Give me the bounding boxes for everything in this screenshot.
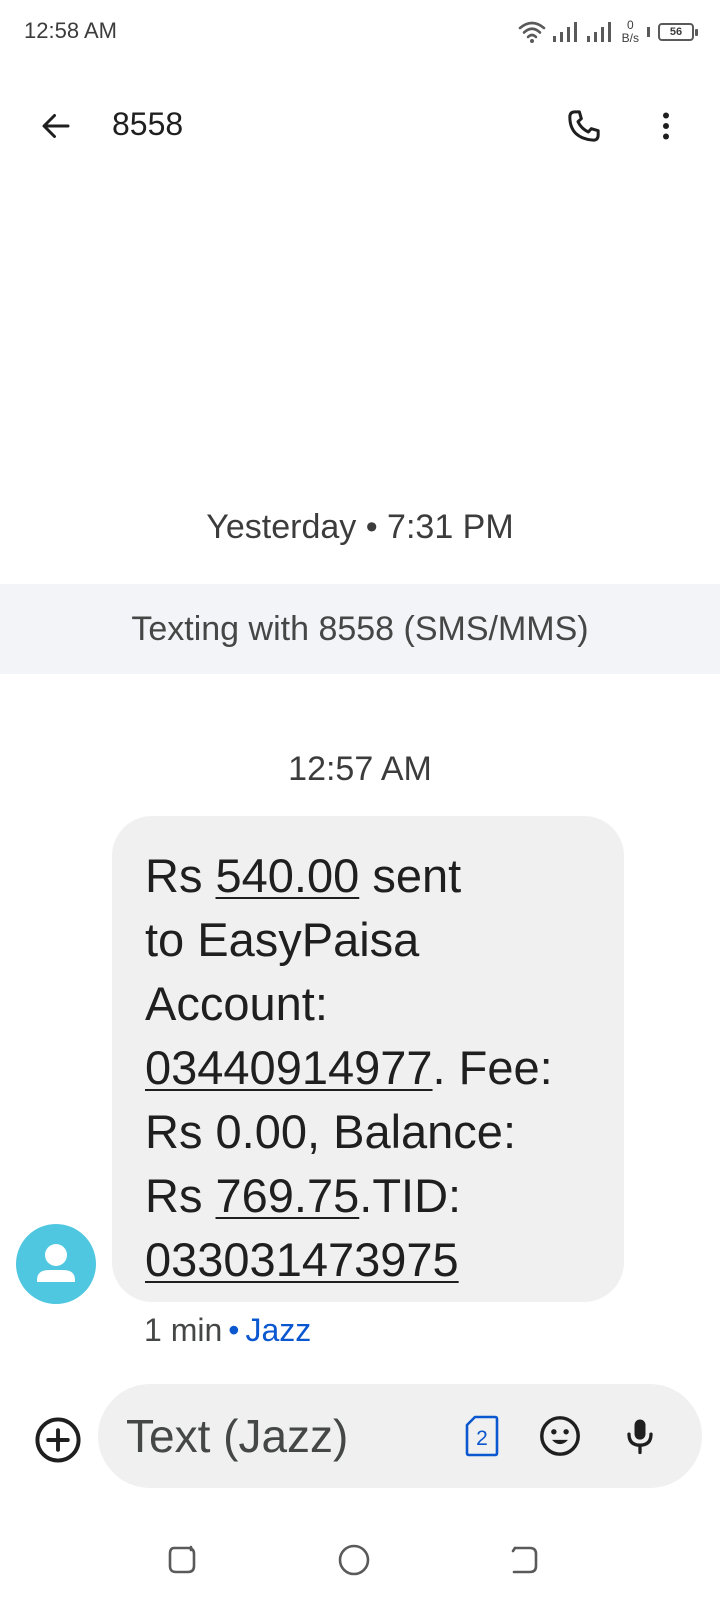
message-meta: 1 min • Jazz bbox=[144, 1312, 311, 1349]
more-vert-icon bbox=[663, 112, 669, 140]
avatar[interactable] bbox=[16, 1224, 96, 1304]
wifi-icon bbox=[518, 21, 545, 43]
signal-icon bbox=[586, 22, 611, 42]
voice-input-button[interactable] bbox=[614, 1410, 666, 1462]
message-segment: sent bbox=[359, 849, 462, 902]
message-segment: to EasyPaisa bbox=[145, 913, 420, 966]
compose-bar: 2 bbox=[98, 1384, 702, 1488]
message-link[interactable]: 033031473975 bbox=[145, 1233, 459, 1286]
battery-charge-tick bbox=[647, 27, 650, 37]
nav-back-button[interactable] bbox=[500, 1536, 548, 1584]
sim-card-number: 2 bbox=[476, 1427, 488, 1450]
message-segment: Rs bbox=[145, 849, 216, 902]
message-time-stamp: 12:57 AM bbox=[288, 750, 432, 788]
recent-apps-icon bbox=[168, 1545, 196, 1574]
more-options-button[interactable] bbox=[638, 98, 694, 154]
status-bar: 12:58 AM 0 B/s 56 bbox=[0, 0, 720, 64]
phone-icon bbox=[568, 110, 600, 142]
message-bubble[interactable]: Rs 540.00 sent to EasyPaisa Account: 034409… bbox=[112, 816, 624, 1302]
status-icons: 0 B/s 56 bbox=[518, 14, 698, 50]
person-icon bbox=[37, 1244, 75, 1282]
mic-icon bbox=[627, 1419, 653, 1455]
message-carrier: Jazz bbox=[245, 1312, 312, 1348]
net-speed: 0 B/s bbox=[622, 19, 639, 45]
message-segment: Rs 0.00, Balance: bbox=[145, 1105, 516, 1158]
message-input[interactable] bbox=[126, 1408, 426, 1464]
sim-card-icon: 2 bbox=[465, 1415, 499, 1457]
recent-apps-button[interactable] bbox=[158, 1536, 206, 1584]
add-attachment-button[interactable] bbox=[30, 1412, 86, 1468]
sim-select-button[interactable]: 2 bbox=[456, 1410, 508, 1462]
add-circle-icon bbox=[35, 1417, 81, 1463]
call-button[interactable] bbox=[556, 98, 612, 154]
system-nav-bar bbox=[0, 1520, 720, 1600]
emoji-icon bbox=[540, 1416, 580, 1456]
texting-banner: Texting with 8558 (SMS/MMS) bbox=[0, 584, 720, 674]
message-segment: Rs bbox=[145, 1169, 216, 1222]
meta-separator: • bbox=[228, 1312, 240, 1348]
emoji-button[interactable] bbox=[534, 1410, 586, 1462]
battery-level: 56 bbox=[669, 26, 683, 38]
signal-icon bbox=[552, 22, 577, 42]
back-arrow-icon bbox=[42, 114, 70, 138]
message-link[interactable]: 03440914977 bbox=[145, 1041, 433, 1094]
back-icon bbox=[511, 1546, 538, 1574]
conversation-title: 8558 bbox=[112, 106, 184, 142]
status-time: 12:58 AM bbox=[24, 18, 117, 43]
home-button[interactable] bbox=[330, 1536, 378, 1584]
message-link[interactable]: 769.75 bbox=[216, 1169, 360, 1222]
app-bar: 8558 bbox=[0, 80, 720, 176]
message-segment: Account: bbox=[145, 977, 328, 1030]
date-stamp: Yesterday • 7:31 PM bbox=[206, 508, 514, 546]
message-segment: . Fee: bbox=[432, 1041, 553, 1094]
back-button[interactable] bbox=[28, 98, 84, 154]
message-age: 1 min bbox=[144, 1312, 223, 1348]
home-icon bbox=[338, 1544, 370, 1576]
message-text: Rs 540.00 sent to EasyPaisa Account: 034409… bbox=[145, 844, 592, 1292]
battery-icon: 56 bbox=[658, 23, 698, 41]
net-speed-unit: B/s bbox=[621, 31, 639, 45]
message-link[interactable]: 540.00 bbox=[216, 849, 360, 902]
message-segment: .TID: bbox=[359, 1169, 462, 1222]
